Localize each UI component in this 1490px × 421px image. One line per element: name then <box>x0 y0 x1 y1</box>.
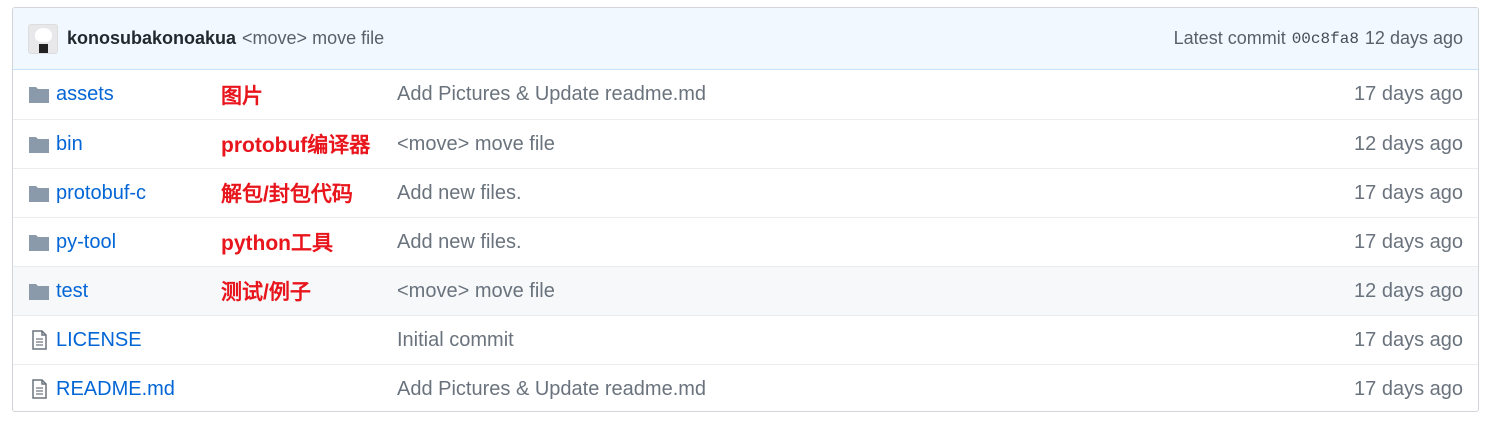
commit-message-link[interactable]: Add Pictures & Update readme.md <box>397 378 706 401</box>
commit-age: 12 days ago <box>1364 28 1463 48</box>
file-row[interactable]: README.md Add Pictures & Update readme.md… <box>13 364 1478 411</box>
commit-message-link[interactable]: <move> move file <box>397 133 555 156</box>
file-age: 12 days ago <box>1354 132 1463 155</box>
folder-icon <box>28 134 50 154</box>
commit-message-link[interactable]: Add Pictures & Update readme.md <box>397 83 706 106</box>
file-text-icon <box>28 330 50 350</box>
file-annotation: python工具 <box>221 232 333 255</box>
file-row[interactable]: assets 图片 Add Pictures & Update readme.md 1… <box>13 70 1478 119</box>
file-name-link[interactable]: py-tool <box>56 231 116 254</box>
commit-message-link[interactable]: Add new files. <box>397 231 522 254</box>
avatar[interactable] <box>28 23 58 54</box>
file-name-link[interactable]: protobuf-c <box>56 182 146 205</box>
folder-icon <box>28 281 50 301</box>
latest-commit-bar: konosubakonoakua <move> move file Latest… <box>13 8 1478 70</box>
file-age: 12 days ago <box>1354 279 1463 302</box>
file-age: 17 days ago <box>1354 377 1463 400</box>
folder-icon <box>28 84 50 104</box>
file-row[interactable]: bin protobuf编译器 <move> move file 12 days ag… <box>13 119 1478 168</box>
file-annotation: 解包/封包代码 <box>221 183 353 206</box>
file-list: konosubakonoakua <move> move file Latest… <box>12 7 1479 412</box>
file-row[interactable]: protobuf-c 解包/封包代码 Add new files. 17 days a… <box>13 168 1478 217</box>
file-annotation: 测试/例子 <box>221 281 311 304</box>
latest-commit-label: Latest commit <box>1173 28 1286 48</box>
commit-message-link[interactable]: Initial commit <box>397 329 514 352</box>
latest-commit-info: Latest commit 00c8fa8 12 days ago <box>1174 28 1463 49</box>
folder-icon <box>28 183 50 203</box>
file-age: 17 days ago <box>1354 328 1463 351</box>
commit-message-link[interactable]: Add new files. <box>397 182 522 205</box>
file-age: 17 days ago <box>1354 181 1463 204</box>
file-name-link[interactable]: README.md <box>56 378 175 401</box>
commit-sha[interactable]: 00c8fa8 <box>1292 30 1359 48</box>
file-name-link[interactable]: assets <box>56 83 114 106</box>
commit-message-link[interactable]: <move> move file <box>397 280 555 303</box>
file-age: 17 days ago <box>1354 83 1463 105</box>
file-name-link[interactable]: LICENSE <box>56 329 142 352</box>
file-annotation: protobuf编译器 <box>221 134 371 157</box>
commit-author[interactable]: konosubakonoakua <box>67 28 236 49</box>
file-row[interactable]: LICENSE Initial commit 17 days ago <box>13 315 1478 364</box>
file-text-icon <box>28 379 50 399</box>
file-row[interactable]: test 测试/例子 <move> move file 12 days ago <box>13 266 1478 315</box>
file-name-link[interactable]: test <box>56 280 88 303</box>
file-row[interactable]: py-tool python工具 Add new files. 17 days ago <box>13 217 1478 266</box>
file-name-link[interactable]: bin <box>56 133 83 156</box>
file-age: 17 days ago <box>1354 230 1463 253</box>
commit-message[interactable]: <move> move file <box>242 28 384 49</box>
file-annotation: 图片 <box>221 84 263 108</box>
folder-icon <box>28 232 50 252</box>
